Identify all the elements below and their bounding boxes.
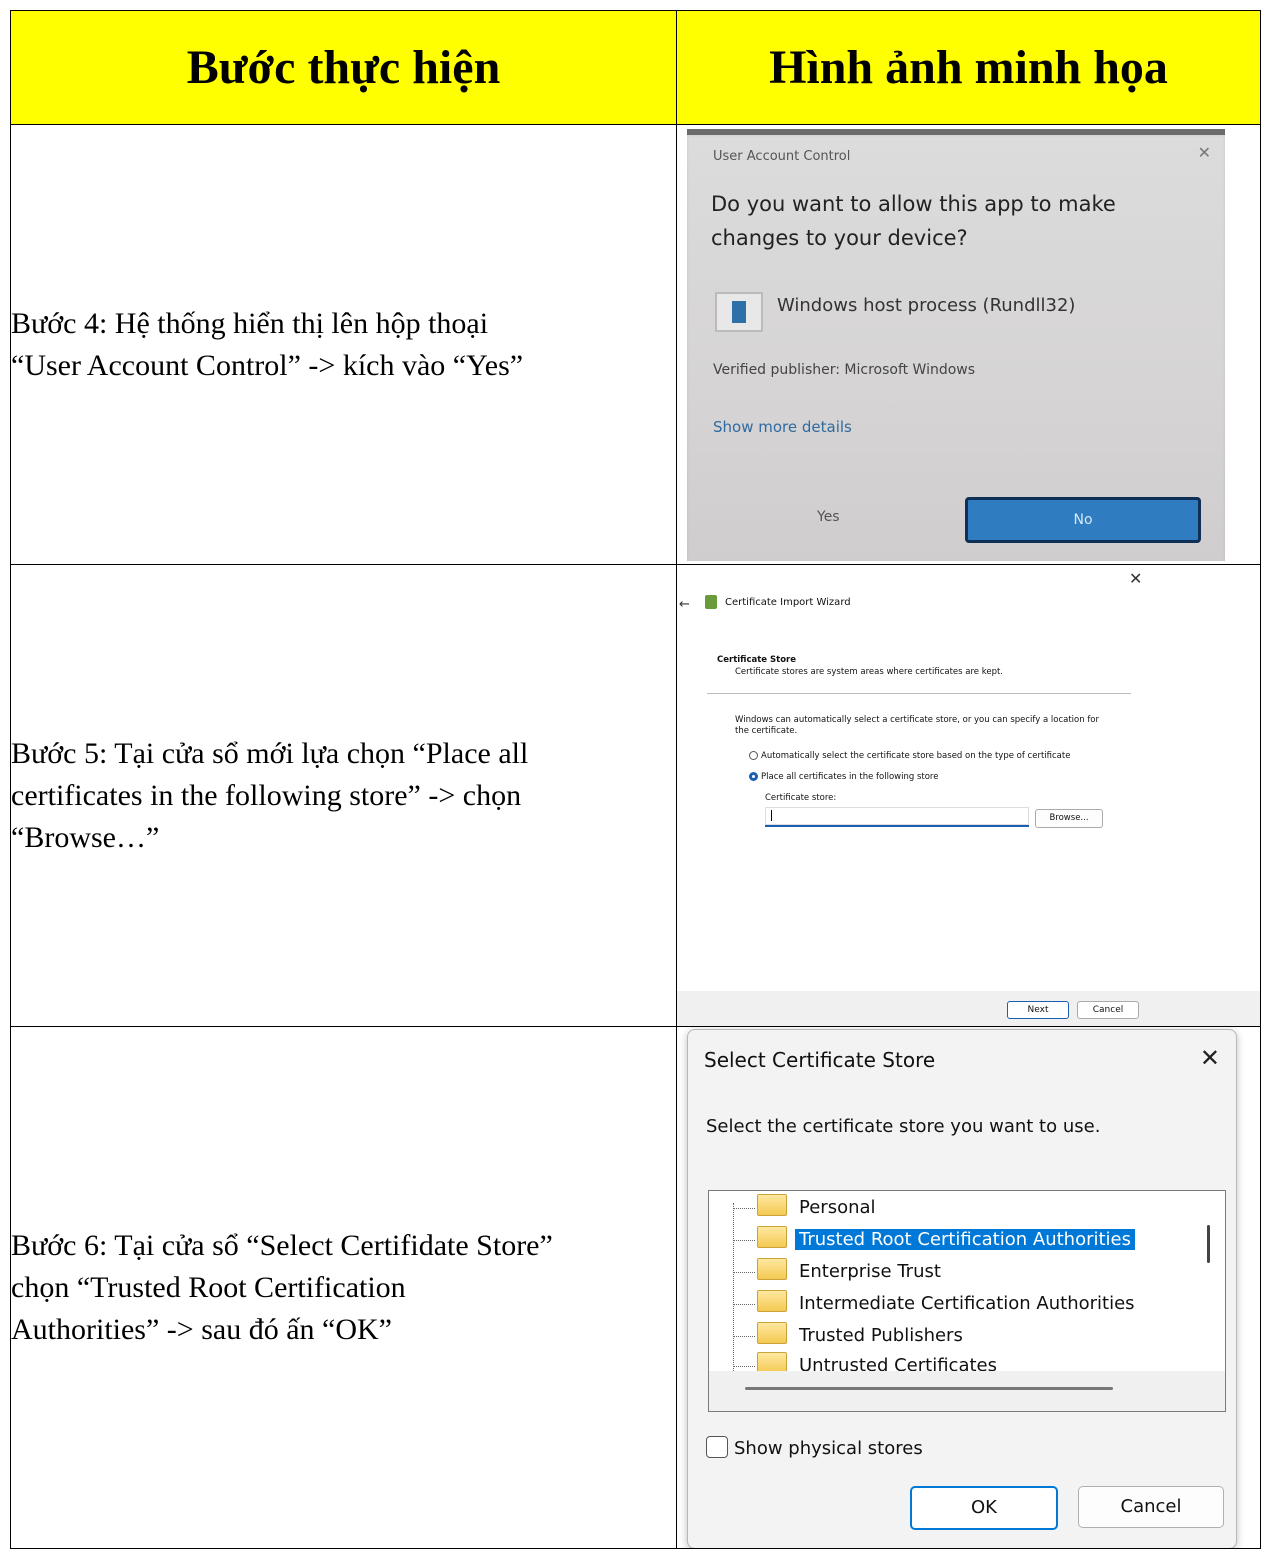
- folder-icon: [757, 1258, 787, 1280]
- uac-dialog: User Account Control ✕ Do you want to al…: [687, 129, 1225, 561]
- show-physical-stores-checkbox[interactable]: Show physical stores: [706, 1436, 923, 1459]
- instruction-table: Bước thực hiện Hình ảnh minh họa Bước 4:…: [10, 10, 1261, 1549]
- folder-icon: [757, 1290, 787, 1312]
- certificate-import-wizard: ✕ ← Certificate Import Wizard Certificat…: [677, 565, 1260, 1026]
- step-5-text: Bước 5: Tại cửa sổ mới lựa chọn “Place a…: [10, 564, 677, 1027]
- table-row: Bước 6: Tại cửa sổ “Select Certifidate S…: [10, 1026, 1261, 1549]
- show-more-details-link[interactable]: Show more details: [713, 418, 852, 436]
- ok-button[interactable]: OK: [910, 1486, 1058, 1530]
- tree-item-trusted-root[interactable]: Trusted Root Certification Authorities: [733, 1225, 1135, 1255]
- step-6-image: Select Certificate Store ✕ Select the ce…: [676, 1026, 1261, 1549]
- certificate-icon: [705, 595, 717, 609]
- header-steps: Bước thực hiện: [10, 10, 677, 125]
- vertical-scrollbar[interactable]: [1207, 1225, 1210, 1263]
- step-4-text: Bước 4: Hệ thống hiển thị lên hộp thoại …: [10, 124, 677, 565]
- wizard-footer: [677, 991, 1260, 1026]
- uac-question: Do you want to allow this app to make ch…: [711, 192, 1116, 250]
- uac-publisher: Verified publisher: Microsoft Windows: [713, 362, 976, 378]
- cancel-button[interactable]: Cancel: [1077, 1001, 1139, 1019]
- table-row: Bước 5: Tại cửa sổ mới lựa chọn “Place a…: [10, 564, 1261, 1027]
- tree-item-enterprise-trust[interactable]: Enterprise Trust: [733, 1257, 945, 1287]
- app-icon: [715, 292, 763, 332]
- wizard-intro: Windows can automatically select a certi…: [735, 715, 1100, 736]
- dialog-title: Select Certificate Store: [704, 1048, 936, 1072]
- radio-place-all[interactable]: Place all certificates in the following …: [749, 772, 938, 782]
- folder-icon: [757, 1226, 787, 1248]
- radio-auto-select[interactable]: Automatically select the certificate sto…: [749, 751, 1070, 761]
- select-certificate-store-dialog: Select Certificate Store ✕ Select the ce…: [687, 1029, 1237, 1548]
- horizontal-scrollbar[interactable]: [745, 1387, 1113, 1390]
- horizontal-scrollbar-track: [709, 1371, 1225, 1411]
- close-icon[interactable]: ✕: [1129, 569, 1142, 588]
- store-tree[interactable]: Personal Trusted Root Certification Auth…: [708, 1190, 1226, 1412]
- header-images: Hình ảnh minh họa: [676, 10, 1261, 125]
- divider: [707, 693, 1131, 694]
- checkbox-icon: [706, 1436, 728, 1458]
- uac-title: User Account Control: [713, 149, 851, 164]
- folder-icon: [757, 1322, 787, 1344]
- folder-icon: [757, 1194, 787, 1216]
- step-5-image: ✕ ← Certificate Import Wizard Certificat…: [676, 564, 1261, 1027]
- no-button[interactable]: No: [965, 497, 1201, 543]
- certificate-store-label: Certificate store:: [765, 793, 837, 803]
- close-icon[interactable]: ✕: [1198, 143, 1211, 162]
- cancel-button[interactable]: Cancel: [1078, 1486, 1224, 1528]
- table-row: Bước 4: Hệ thống hiển thị lên hộp thoại …: [10, 124, 1261, 565]
- next-button[interactable]: Next: [1007, 1001, 1069, 1019]
- back-arrow-icon[interactable]: ←: [679, 597, 690, 612]
- wizard-title: Certificate Import Wizard: [725, 597, 851, 608]
- section-description: Certificate stores are system areas wher…: [735, 667, 1004, 677]
- uac-app-name: Windows host process (Rundll32): [777, 295, 1076, 316]
- yes-button[interactable]: Yes: [817, 509, 840, 525]
- step-6-text: Bước 6: Tại cửa sổ “Select Certifidate S…: [10, 1026, 677, 1549]
- close-icon[interactable]: ✕: [1200, 1044, 1220, 1072]
- browse-button[interactable]: Browse...: [1035, 809, 1103, 828]
- dialog-prompt: Select the certificate store you want to…: [706, 1116, 1101, 1137]
- tree-item-intermediate[interactable]: Intermediate Certification Authorities: [733, 1289, 1139, 1319]
- step-4-image: User Account Control ✕ Do you want to al…: [676, 124, 1261, 565]
- certificate-store-input[interactable]: [765, 807, 1029, 827]
- tree-item-personal[interactable]: Personal: [733, 1193, 880, 1223]
- radio-off-icon: [749, 751, 758, 760]
- section-title: Certificate Store: [717, 655, 797, 665]
- tree-item-trusted-publishers[interactable]: Trusted Publishers: [733, 1321, 967, 1351]
- radio-on-icon: [749, 772, 758, 781]
